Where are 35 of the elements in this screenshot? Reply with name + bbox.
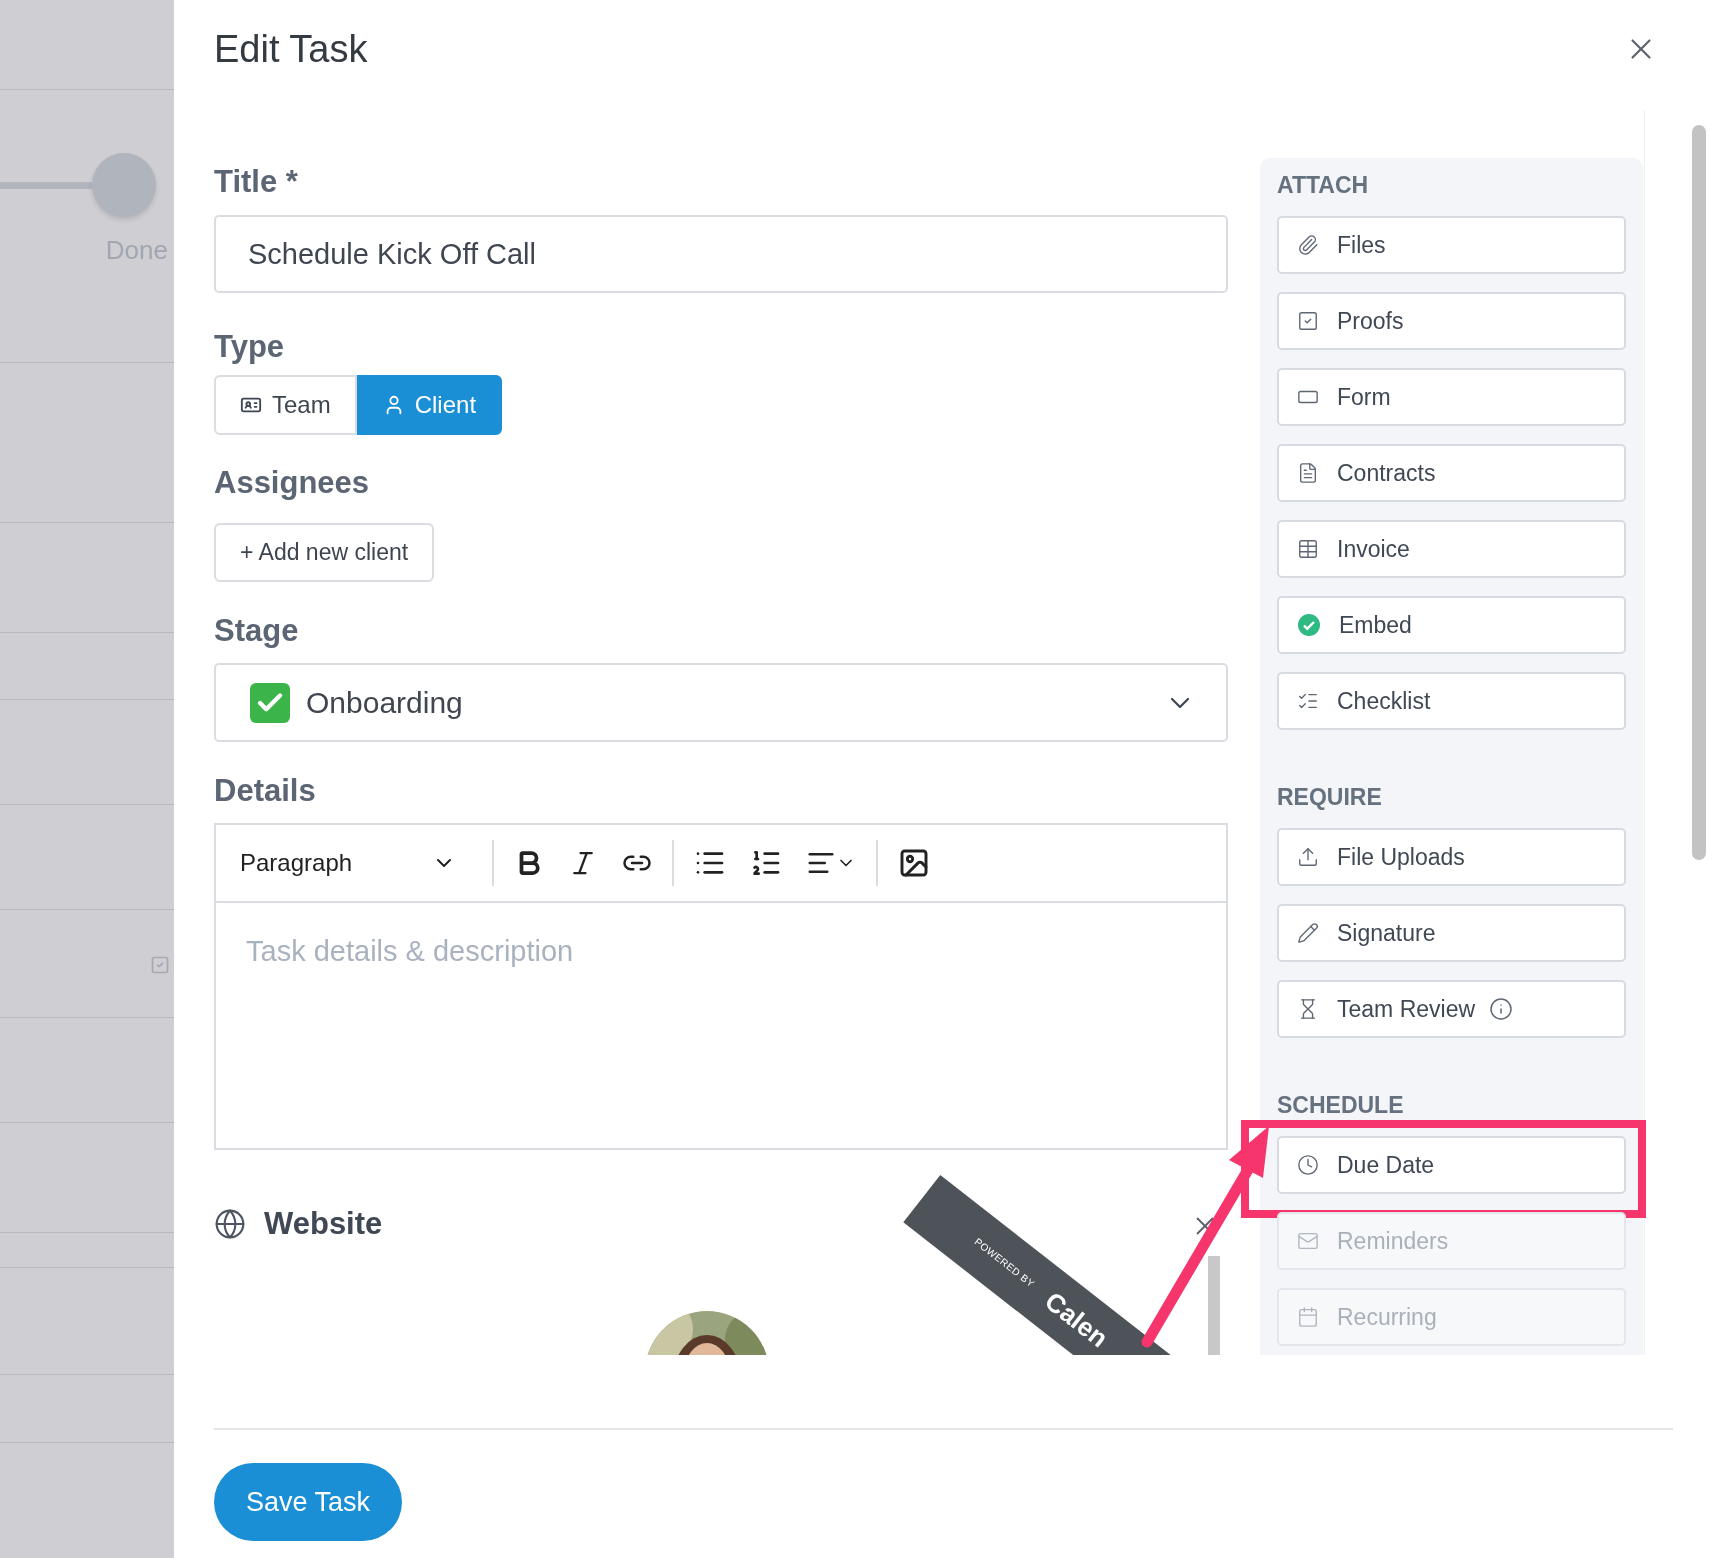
attach-option[interactable]: File Uploads — [1277, 828, 1626, 886]
attach-option[interactable]: Invoice — [1277, 520, 1626, 578]
add-client-button[interactable]: + Add new client — [214, 523, 435, 582]
section-title: Website — [264, 1206, 383, 1242]
attach-option[interactable]: Files — [1277, 216, 1626, 274]
field-label: Details — [214, 773, 316, 809]
globe-icon — [214, 1208, 246, 1240]
attach-option[interactable]: Form — [1277, 368, 1626, 426]
section-heading: ATTACH — [1277, 172, 1369, 198]
attach-option[interactable]: Signature — [1277, 904, 1626, 962]
field-label: Type — [214, 329, 285, 365]
format-dropdown[interactable]: Paragraph — [240, 849, 484, 877]
field-label: Title * — [214, 164, 298, 200]
title-input[interactable]: Schedule Kick Off Call — [214, 215, 1228, 293]
attach-option[interactable]: Checklist — [1277, 672, 1626, 730]
field-label: Assignees — [214, 465, 370, 501]
save-button[interactable]: Save Task — [214, 1463, 403, 1541]
field-label: Stage — [214, 613, 299, 649]
type-tab[interactable]: Client — [356, 375, 503, 435]
stage-select[interactable]: Onboarding — [214, 663, 1228, 742]
details-editor[interactable]: Paragraph Task details & description — [214, 823, 1228, 1150]
attach-option[interactable]: Team Review — [1277, 980, 1626, 1038]
attach-option[interactable]: Proofs — [1277, 292, 1626, 350]
dialog-title: Edit Task — [214, 28, 368, 71]
section-heading: REQUIRE — [1277, 784, 1382, 810]
attach-option[interactable]: Due Date — [1277, 1136, 1626, 1194]
checkbox-icon — [150, 955, 170, 975]
type-tab[interactable]: Team — [214, 375, 357, 435]
check-icon — [250, 682, 290, 723]
attach-option[interactable]: Embed — [1277, 596, 1626, 654]
section-heading: SCHEDULE — [1277, 1092, 1404, 1118]
step-dot — [92, 153, 156, 217]
scrollbar[interactable] — [1692, 125, 1706, 860]
info-icon[interactable] — [1489, 997, 1514, 1021]
attach-option[interactable]: Contracts — [1277, 444, 1626, 502]
